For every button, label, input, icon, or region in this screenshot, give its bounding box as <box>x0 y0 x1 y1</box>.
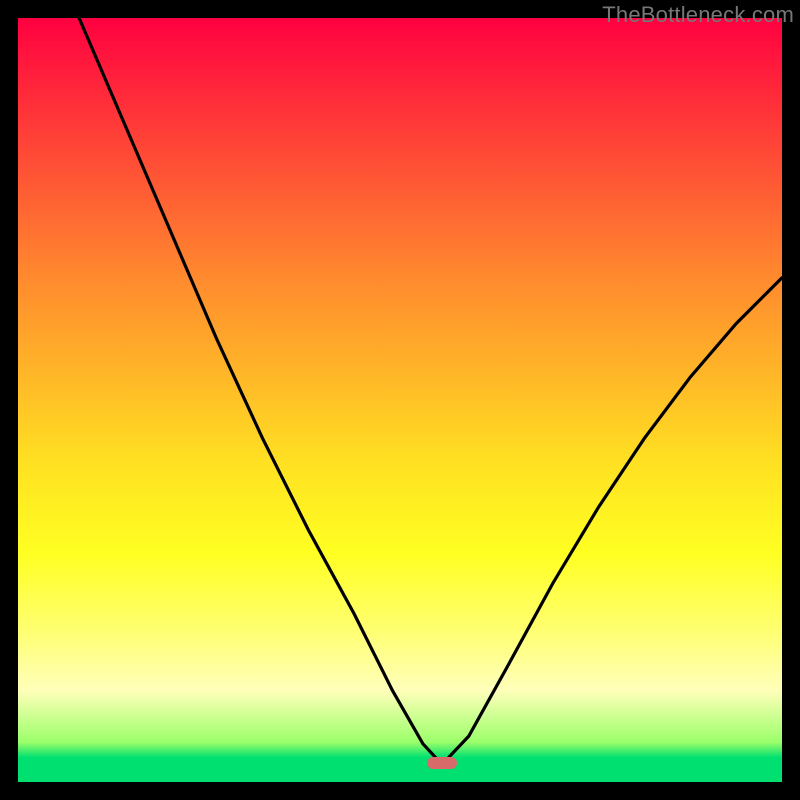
curve-right-branch <box>442 278 782 765</box>
bottleneck-curve <box>18 18 782 782</box>
minimum-marker <box>427 757 457 769</box>
watermark-text: TheBottleneck.com <box>602 2 794 28</box>
curve-left-branch <box>79 18 442 764</box>
chart-frame: TheBottleneck.com <box>0 0 800 800</box>
plot-area <box>18 18 782 782</box>
